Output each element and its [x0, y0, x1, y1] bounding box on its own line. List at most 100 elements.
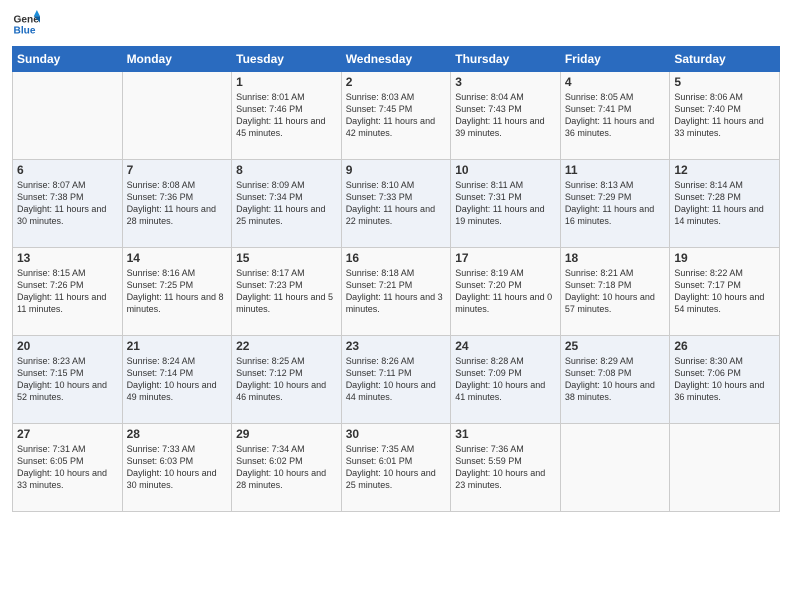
- calendar-cell: 4Sunrise: 8:05 AM Sunset: 7:41 PM Daylig…: [560, 72, 670, 160]
- day-info: Sunrise: 8:16 AM Sunset: 7:25 PM Dayligh…: [127, 267, 228, 316]
- day-info: Sunrise: 8:11 AM Sunset: 7:31 PM Dayligh…: [455, 179, 556, 228]
- day-number: 21: [127, 339, 228, 353]
- day-info: Sunrise: 8:25 AM Sunset: 7:12 PM Dayligh…: [236, 355, 337, 404]
- header: General Blue: [12, 10, 780, 38]
- day-number: 6: [17, 163, 118, 177]
- day-info: Sunrise: 8:14 AM Sunset: 7:28 PM Dayligh…: [674, 179, 775, 228]
- calendar-cell: 18 Sunrise: 8:21 AM Sunset: 7:18 PM Dayli…: [560, 248, 670, 336]
- calendar-cell: [122, 72, 232, 160]
- calendar-cell: 1 Sunrise: 8:01 AM Sunset: 7:46 PM Daylig…: [232, 72, 342, 160]
- day-info: Sunrise: 7:33 AM Sunset: 6:03 PM Dayligh…: [127, 443, 228, 492]
- day-number: 26: [674, 339, 775, 353]
- calendar-cell: 31 Sunrise: 7:36 AM Sunset: 5:59 PM Dayli…: [451, 424, 561, 512]
- day-info: Sunrise: 8:26 AM Sunset: 7:11 PM Dayligh…: [346, 355, 447, 404]
- day-number: 18: [565, 251, 666, 265]
- day-number: 16: [346, 251, 447, 265]
- day-info: Sunrise: 8:09 AM Sunset: 7:34 PM Dayligh…: [236, 179, 337, 228]
- calendar-week-1: 1 Sunrise: 8:01 AM Sunset: 7:46 PM Daylig…: [13, 72, 780, 160]
- day-number: 15: [236, 251, 337, 265]
- day-header-tuesday: Tuesday: [232, 47, 342, 72]
- calendar-cell: 23 Sunrise: 8:26 AM Sunset: 7:11 PM Dayli…: [341, 336, 451, 424]
- day-number: 13: [17, 251, 118, 265]
- day-info: Sunrise: 8:23 AM Sunset: 7:15 PM Dayligh…: [17, 355, 118, 404]
- calendar-cell: 8Sunrise: 8:09 AM Sunset: 7:34 PM Daylig…: [232, 160, 342, 248]
- day-info: Sunrise: 7:35 AM Sunset: 6:01 PM Dayligh…: [346, 443, 447, 492]
- calendar-cell: 28 Sunrise: 7:33 AM Sunset: 6:03 PM Dayli…: [122, 424, 232, 512]
- day-header-thursday: Thursday: [451, 47, 561, 72]
- day-info: Sunrise: 8:13 AM Sunset: 7:29 PM Dayligh…: [565, 179, 666, 228]
- day-number: 5: [674, 75, 775, 89]
- day-info: Sunrise: 8:30 AM Sunset: 7:06 PM Dayligh…: [674, 355, 775, 404]
- calendar-week-3: 13 Sunrise: 8:15 AM Sunset: 7:26 PM Dayli…: [13, 248, 780, 336]
- calendar-header-row: SundayMondayTuesdayWednesdayThursdayFrid…: [13, 47, 780, 72]
- day-number: 25: [565, 339, 666, 353]
- day-header-sunday: Sunday: [13, 47, 123, 72]
- day-number: 12: [674, 163, 775, 177]
- day-number: 28: [127, 427, 228, 441]
- calendar-cell: 17 Sunrise: 8:19 AM Sunset: 7:20 PM Dayli…: [451, 248, 561, 336]
- day-number: 17: [455, 251, 556, 265]
- day-info: Sunrise: 8:08 AM Sunset: 7:36 PM Dayligh…: [127, 179, 228, 228]
- svg-text:Blue: Blue: [14, 25, 36, 36]
- calendar-cell: 30 Sunrise: 7:35 AM Sunset: 6:01 PM Dayli…: [341, 424, 451, 512]
- day-info: Sunrise: 8:28 AM Sunset: 7:09 PM Dayligh…: [455, 355, 556, 404]
- day-info: Sunrise: 8:22 AM Sunset: 7:17 PM Dayligh…: [674, 267, 775, 316]
- day-info: Sunrise: 8:17 AM Sunset: 7:23 PM Dayligh…: [236, 267, 337, 316]
- day-number: 9: [346, 163, 447, 177]
- day-number: 24: [455, 339, 556, 353]
- day-number: 10: [455, 163, 556, 177]
- day-number: 1: [236, 75, 337, 89]
- day-info: Sunrise: 7:36 AM Sunset: 5:59 PM Dayligh…: [455, 443, 556, 492]
- day-info: Sunrise: 8:15 AM Sunset: 7:26 PM Dayligh…: [17, 267, 118, 316]
- logo: General Blue: [12, 10, 44, 38]
- day-info: Sunrise: 8:05 AM Sunset: 7:41 PM Dayligh…: [565, 91, 666, 140]
- day-header-monday: Monday: [122, 47, 232, 72]
- day-number: 30: [346, 427, 447, 441]
- calendar-cell: 19 Sunrise: 8:22 AM Sunset: 7:17 PM Dayli…: [670, 248, 780, 336]
- day-info: Sunrise: 7:34 AM Sunset: 6:02 PM Dayligh…: [236, 443, 337, 492]
- day-number: 31: [455, 427, 556, 441]
- logo-icon: General Blue: [12, 10, 40, 38]
- calendar-cell: 12 Sunrise: 8:14 AM Sunset: 7:28 PM Dayli…: [670, 160, 780, 248]
- day-header-wednesday: Wednesday: [341, 47, 451, 72]
- day-info: Sunrise: 8:10 AM Sunset: 7:33 PM Dayligh…: [346, 179, 447, 228]
- calendar-cell: [670, 424, 780, 512]
- calendar-cell: 9 Sunrise: 8:10 AM Sunset: 7:33 PM Daylig…: [341, 160, 451, 248]
- calendar-cell: 5 Sunrise: 8:06 AM Sunset: 7:40 PM Daylig…: [670, 72, 780, 160]
- page-container: General Blue SundayMondayTuesdayWednesda…: [0, 0, 792, 520]
- calendar-week-4: 20 Sunrise: 8:23 AM Sunset: 7:15 PM Dayli…: [13, 336, 780, 424]
- day-header-friday: Friday: [560, 47, 670, 72]
- day-info: Sunrise: 8:21 AM Sunset: 7:18 PM Dayligh…: [565, 267, 666, 316]
- day-number: 14: [127, 251, 228, 265]
- day-info: Sunrise: 8:19 AM Sunset: 7:20 PM Dayligh…: [455, 267, 556, 316]
- calendar-week-2: 6Sunrise: 8:07 AM Sunset: 7:38 PM Daylig…: [13, 160, 780, 248]
- calendar-cell: 14 Sunrise: 8:16 AM Sunset: 7:25 PM Dayli…: [122, 248, 232, 336]
- calendar-cell: 16 Sunrise: 8:18 AM Sunset: 7:21 PM Dayli…: [341, 248, 451, 336]
- day-number: 7: [127, 163, 228, 177]
- calendar-cell: [13, 72, 123, 160]
- calendar-cell: 13 Sunrise: 8:15 AM Sunset: 7:26 PM Dayli…: [13, 248, 123, 336]
- calendar-cell: 7 Sunrise: 8:08 AM Sunset: 7:36 PM Daylig…: [122, 160, 232, 248]
- day-info: Sunrise: 7:31 AM Sunset: 6:05 PM Dayligh…: [17, 443, 118, 492]
- calendar-week-5: 27 Sunrise: 7:31 AM Sunset: 6:05 PM Dayli…: [13, 424, 780, 512]
- calendar-cell: 21Sunrise: 8:24 AM Sunset: 7:14 PM Dayli…: [122, 336, 232, 424]
- day-info: Sunrise: 8:01 AM Sunset: 7:46 PM Dayligh…: [236, 91, 337, 140]
- day-number: 11: [565, 163, 666, 177]
- day-number: 29: [236, 427, 337, 441]
- day-number: 20: [17, 339, 118, 353]
- calendar-cell: [560, 424, 670, 512]
- calendar-cell: 29 Sunrise: 7:34 AM Sunset: 6:02 PM Dayli…: [232, 424, 342, 512]
- calendar-cell: 27 Sunrise: 7:31 AM Sunset: 6:05 PM Dayli…: [13, 424, 123, 512]
- day-number: 23: [346, 339, 447, 353]
- day-info: Sunrise: 8:06 AM Sunset: 7:40 PM Dayligh…: [674, 91, 775, 140]
- calendar-cell: 11 Sunrise: 8:13 AM Sunset: 7:29 PM Dayli…: [560, 160, 670, 248]
- day-number: 19: [674, 251, 775, 265]
- day-info: Sunrise: 8:18 AM Sunset: 7:21 PM Dayligh…: [346, 267, 447, 316]
- calendar-cell: 25Sunrise: 8:29 AM Sunset: 7:08 PM Dayli…: [560, 336, 670, 424]
- day-number: 27: [17, 427, 118, 441]
- calendar-cell: 20 Sunrise: 8:23 AM Sunset: 7:15 PM Dayli…: [13, 336, 123, 424]
- day-info: Sunrise: 8:03 AM Sunset: 7:45 PM Dayligh…: [346, 91, 447, 140]
- calendar-cell: 10 Sunrise: 8:11 AM Sunset: 7:31 PM Dayli…: [451, 160, 561, 248]
- day-header-saturday: Saturday: [670, 47, 780, 72]
- calendar-cell: 2Sunrise: 8:03 AM Sunset: 7:45 PM Daylig…: [341, 72, 451, 160]
